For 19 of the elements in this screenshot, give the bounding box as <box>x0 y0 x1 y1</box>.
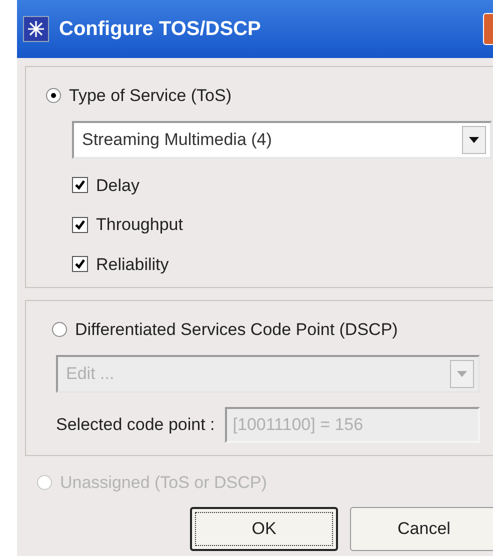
window-title: Configure TOS/DSCP <box>59 17 262 42</box>
cancel-button[interactable]: Cancel <box>350 507 493 551</box>
radio-button[interactable] <box>52 322 67 338</box>
dropdown-value: Streaming Multimedia (4) <box>82 128 273 151</box>
checkbox[interactable] <box>72 177 88 194</box>
checkbox-label: Delay <box>96 174 140 196</box>
code-point-label: Selected code point : <box>56 414 215 436</box>
radio-label: Type of Service (ToS) <box>69 85 232 107</box>
ok-button[interactable]: OK <box>190 507 338 551</box>
checkbox-label: Throughput <box>96 214 183 236</box>
radio-label: Unassigned (ToS or DSCP) <box>60 472 267 494</box>
checkbox[interactable] <box>72 256 88 272</box>
checkbox-label: Reliability <box>96 254 169 276</box>
app-icon <box>23 16 49 42</box>
radio-button[interactable] <box>46 88 61 104</box>
dropdown-value: Edit ... <box>66 362 116 385</box>
radio-label: Differentiated Services Code Point (DSCP) <box>75 319 398 341</box>
checkbox[interactable] <box>72 216 88 233</box>
dropdown[interactable]: Streaming Multimedia (4) <box>72 120 492 158</box>
